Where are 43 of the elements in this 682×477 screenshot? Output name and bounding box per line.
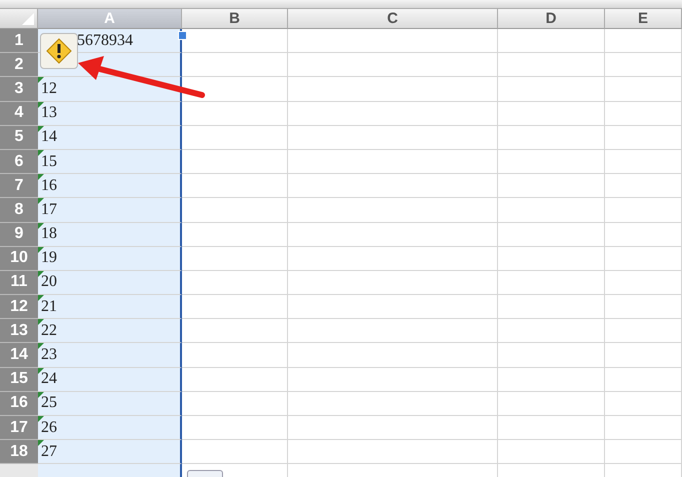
cell-value: 25 <box>41 394 57 412</box>
column-header[interactable]: B <box>182 9 288 29</box>
row-header[interactable]: 8 <box>0 198 38 222</box>
cell-value: 21 <box>41 298 57 316</box>
row-header[interactable]: 14 <box>0 343 38 368</box>
cell-value: 27 <box>41 442 57 461</box>
cell-value: 14 <box>41 128 57 146</box>
error-options-button[interactable] <box>40 33 78 69</box>
cell-value: 5678934 <box>77 32 133 50</box>
row-header[interactable]: 18 <box>0 440 38 464</box>
cell-value: 19 <box>41 249 57 268</box>
column-header[interactable]: E <box>605 9 682 29</box>
cell-value: 20 <box>41 273 57 292</box>
cell-value: 26 <box>41 418 57 437</box>
row-header[interactable]: 15 <box>0 368 38 392</box>
row-header[interactable]: 3 <box>0 77 38 102</box>
cell-value: 24 <box>41 370 57 388</box>
column-header[interactable]: D <box>498 9 605 29</box>
row-header[interactable]: 7 <box>0 174 38 198</box>
warning-icon <box>46 38 72 64</box>
row-header[interactable]: 5 <box>0 126 38 150</box>
row-header[interactable]: 6 <box>0 150 38 174</box>
row-header[interactable]: 2 <box>0 53 38 78</box>
row-header[interactable]: 13 <box>0 319 38 344</box>
row-header[interactable]: 1 <box>0 29 38 54</box>
row-header[interactable]: 16 <box>0 392 38 416</box>
cell-value: 12 <box>41 80 57 98</box>
cell-value: 18 <box>41 225 57 244</box>
cell-value: 17 <box>41 200 57 219</box>
triangle-icon <box>22 13 34 25</box>
cell-value: 16 <box>41 176 57 195</box>
fill-handle[interactable] <box>178 31 187 40</box>
cell-value: 15 <box>41 152 57 171</box>
cell-value: 22 <box>41 322 57 340</box>
row-header[interactable]: 10 <box>0 246 38 271</box>
row-header[interactable]: 12 <box>0 295 38 320</box>
column-header[interactable]: C <box>288 9 498 29</box>
row-header[interactable]: 4 <box>0 102 38 126</box>
row-header[interactable]: 17 <box>0 416 38 440</box>
row-header[interactable]: 11 <box>0 270 38 296</box>
cell-value: 13 <box>41 104 57 122</box>
row-header[interactable]: 9 <box>0 222 38 247</box>
cell-value: 23 <box>41 346 57 364</box>
